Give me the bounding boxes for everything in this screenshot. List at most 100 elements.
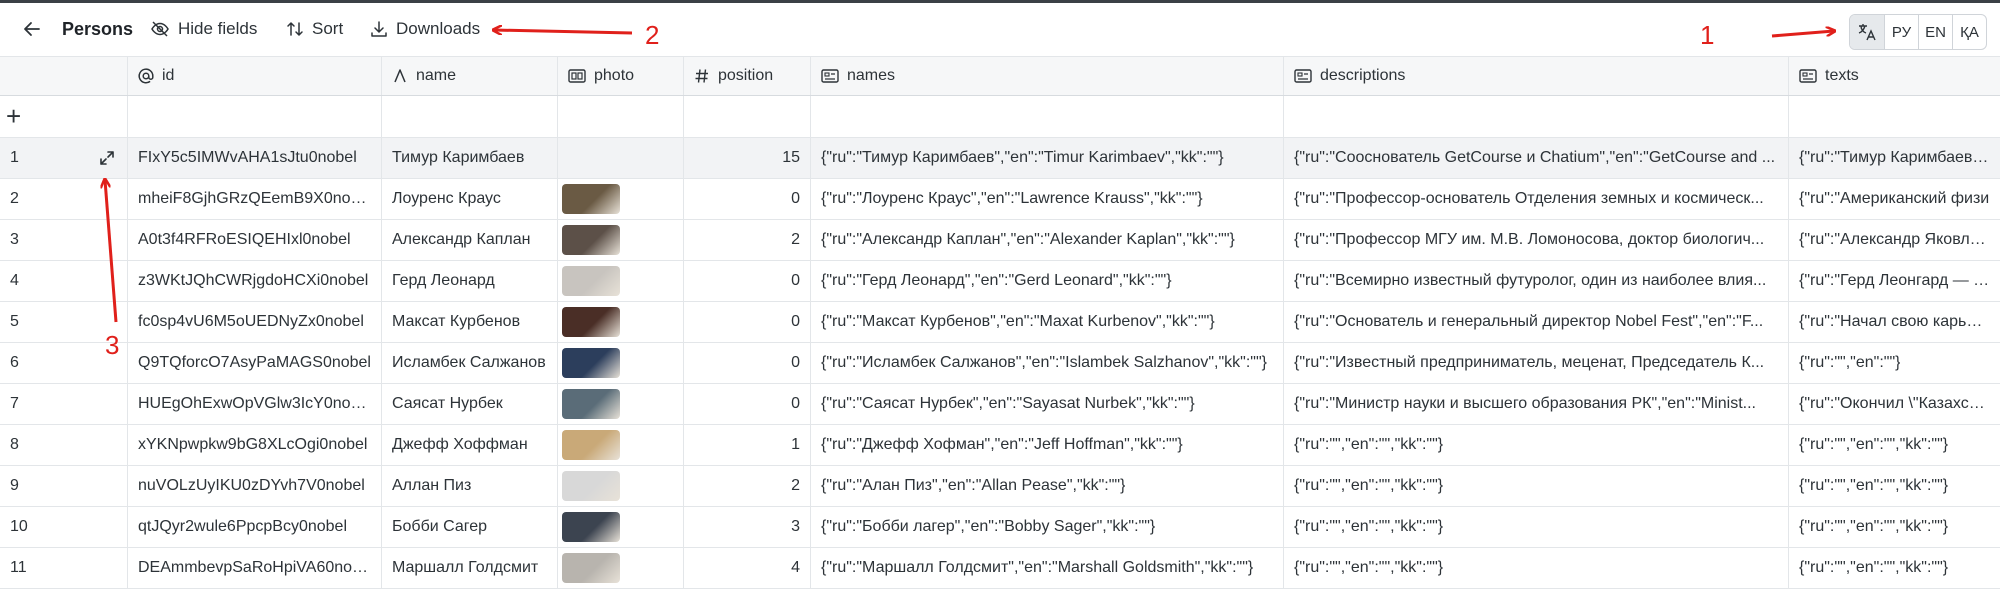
table-row[interactable]: 11 DEAmmbevpSaRoHpiVA60nobel Маршалл Голдс… bbox=[0, 548, 2000, 589]
cell-photo[interactable] bbox=[558, 384, 684, 424]
cell-descriptions[interactable]: {"ru":"Министр науки и высшего образован… bbox=[1284, 384, 1789, 424]
cell-position[interactable]: 0 bbox=[684, 179, 811, 219]
cell-names[interactable]: {"ru":"Саясат Нурбек","en":"Sayasat Nurb… bbox=[811, 384, 1284, 424]
cell-descriptions[interactable]: {"ru":"Известный предприниматель, мецена… bbox=[1284, 343, 1789, 383]
column-header-position[interactable]: position bbox=[684, 57, 811, 95]
language-en-button[interactable]: EN bbox=[1918, 15, 1952, 49]
table-row[interactable]: 3 A0t3f4RFRoESIQEHIxl0nobel Александр Капл… bbox=[0, 220, 2000, 261]
column-header-names[interactable]: names bbox=[811, 57, 1284, 95]
cell-names[interactable]: {"ru":"Исламбек Салжанов","en":"Islambek… bbox=[811, 343, 1284, 383]
cell-names[interactable]: {"ru":"Джефф Хофман","en":"Jeff Hoffman"… bbox=[811, 425, 1284, 465]
cell-photo[interactable] bbox=[558, 302, 684, 342]
photo-thumbnail[interactable] bbox=[562, 553, 620, 583]
cell-photo[interactable] bbox=[558, 548, 684, 588]
cell-descriptions[interactable]: {"ru":"Основатель и генеральный директор… bbox=[1284, 302, 1789, 342]
cell-texts[interactable]: {"ru":"Окончил \"Казахско- bbox=[1789, 384, 2000, 424]
photo-thumbnail[interactable] bbox=[562, 430, 620, 460]
back-button[interactable] bbox=[22, 3, 42, 55]
cell-texts[interactable]: {"ru":"","en":"","kk":""} bbox=[1789, 466, 2000, 506]
cell-id[interactable]: A0t3f4RFRoESIQEHIxl0nobel bbox=[128, 220, 382, 260]
photo-thumbnail[interactable] bbox=[562, 266, 620, 296]
cell-descriptions[interactable]: {"ru":"","en":"","kk":""} bbox=[1284, 425, 1789, 465]
table-row[interactable]: 10 qtJQyr2wule6PpcpBcy0nobel Бобби Сагер 3 {… bbox=[0, 507, 2000, 548]
expand-record-icon[interactable] bbox=[99, 150, 115, 171]
column-header-texts[interactable]: texts bbox=[1789, 57, 2000, 95]
cell-position[interactable]: 0 bbox=[684, 384, 811, 424]
photo-thumbnail[interactable] bbox=[562, 389, 620, 419]
photo-thumbnail[interactable] bbox=[562, 512, 620, 542]
table-row[interactable]: 1 FIxY5c5IMWvAHA1sJtu0nobel Тимур Каримбае… bbox=[0, 138, 2000, 179]
cell-names[interactable]: {"ru":"Тимур Каримбаев","en":"Timur Kari… bbox=[811, 138, 1284, 178]
cell-position[interactable]: 0 bbox=[684, 302, 811, 342]
cell-name[interactable]: Максат Курбенов bbox=[382, 302, 558, 342]
add-row-button[interactable]: + bbox=[0, 96, 128, 137]
photo-thumbnail[interactable] bbox=[562, 307, 620, 337]
cell-name[interactable]: Маршалл Голдсмит bbox=[382, 548, 558, 588]
cell-id[interactable]: qtJQyr2wule6PpcpBcy0nobel bbox=[128, 507, 382, 547]
cell-name[interactable]: Исламбек Салжанов bbox=[382, 343, 558, 383]
cell-name[interactable]: Аллан Пиз bbox=[382, 466, 558, 506]
cell-name[interactable]: Бобби Сагер bbox=[382, 507, 558, 547]
cell-descriptions[interactable]: {"ru":"Профессор МГУ им. М.В. Ломоносова… bbox=[1284, 220, 1789, 260]
cell-position[interactable]: 0 bbox=[684, 343, 811, 383]
cell-id[interactable]: nuVOLzUyIKU0zDYvh7V0nobel bbox=[128, 466, 382, 506]
cell-position[interactable]: 1 bbox=[684, 425, 811, 465]
cell-texts[interactable]: {"ru":"Тимур Каримбаев яв bbox=[1789, 138, 2000, 178]
cell-id[interactable]: xYKNpwpkw9bG8XLcOgi0nobel bbox=[128, 425, 382, 465]
column-header-descriptions[interactable]: descriptions bbox=[1284, 57, 1789, 95]
table-row[interactable]: 7 HUEgOhExwOpVGlw3IcY0nobel Саясат Нурбек 0… bbox=[0, 384, 2000, 425]
cell-position[interactable]: 0 bbox=[684, 261, 811, 301]
cell-names[interactable]: {"ru":"Максат Курбенов","en":"Maxat Kurb… bbox=[811, 302, 1284, 342]
cell-names[interactable]: {"ru":"Алан Пиз","en":"Allan Pease","kk"… bbox=[811, 466, 1284, 506]
table-row[interactable]: 5 fc0sp4vU6M5oUEDNyZx0nobel Максат Курбено… bbox=[0, 302, 2000, 343]
column-header-photo[interactable]: photo bbox=[558, 57, 684, 95]
cell-id[interactable]: fc0sp4vU6M5oUEDNyZx0nobel bbox=[128, 302, 382, 342]
cell-texts[interactable]: {"ru":"Александр Яковлеви bbox=[1789, 220, 2000, 260]
table-row[interactable]: 2 mheiF8GjhGRzQEemB9X0nobel Лоуренс Краус 0… bbox=[0, 179, 2000, 220]
cell-descriptions[interactable]: {"ru":"","en":"","kk":""} bbox=[1284, 548, 1789, 588]
table-row[interactable]: 6 Q9TQforcO7AsyPaMAGS0nobel Исламбек Салжа… bbox=[0, 343, 2000, 384]
column-header-name[interactable]: name bbox=[382, 57, 558, 95]
cell-id[interactable]: DEAmmbevpSaRoHpiVA60nobel bbox=[128, 548, 382, 588]
cell-id[interactable]: Q9TQforcO7AsyPaMAGS0nobel bbox=[128, 343, 382, 383]
table-row[interactable]: 9 nuVOLzUyIKU0zDYvh7V0nobel Аллан Пиз 2 {"ru… bbox=[0, 466, 2000, 507]
cell-names[interactable]: {"ru":"Герд Леонард","en":"Gerd Leonard"… bbox=[811, 261, 1284, 301]
cell-position[interactable]: 15 bbox=[684, 138, 811, 178]
cell-photo[interactable] bbox=[558, 220, 684, 260]
cell-name[interactable]: Тимур Каримбаев bbox=[382, 138, 558, 178]
cell-texts[interactable]: {"ru":"Начал свою карьеру bbox=[1789, 302, 2000, 342]
cell-names[interactable]: {"ru":"Лоуренс Краус","en":"Lawrence Kra… bbox=[811, 179, 1284, 219]
sort-button[interactable]: Sort bbox=[286, 3, 343, 55]
language-ru-button[interactable]: РУ bbox=[1884, 15, 1918, 49]
cell-descriptions[interactable]: {"ru":"Сооснователь GetCourse и Chatium"… bbox=[1284, 138, 1789, 178]
cell-id[interactable]: HUEgOhExwOpVGlw3IcY0nobel bbox=[128, 384, 382, 424]
cell-names[interactable]: {"ru":"Александр Каплан","en":"Alexander… bbox=[811, 220, 1284, 260]
photo-thumbnail[interactable] bbox=[562, 471, 620, 501]
cell-descriptions[interactable]: {"ru":"Профессор-основатель Отделения зе… bbox=[1284, 179, 1789, 219]
cell-name[interactable]: Герд Леонард bbox=[382, 261, 558, 301]
cell-names[interactable]: {"ru":"Бобби лагер","en":"Bobby Sager","… bbox=[811, 507, 1284, 547]
translate-language-button[interactable] bbox=[1850, 15, 1884, 49]
cell-names[interactable]: {"ru":"Маршалл Голдсмит","en":"Marshall … bbox=[811, 548, 1284, 588]
cell-name[interactable]: Джефф Хоффман bbox=[382, 425, 558, 465]
cell-texts[interactable]: {"ru":"","en":""} bbox=[1789, 343, 2000, 383]
language-kk-button[interactable]: ҚА bbox=[1952, 15, 1986, 49]
cell-texts[interactable]: {"ru":"Герд Леонгард — ши bbox=[1789, 261, 2000, 301]
table-row[interactable]: 8 xYKNpwpkw9bG8XLcOgi0nobel Джефф Хоффман 1… bbox=[0, 425, 2000, 466]
cell-position[interactable]: 2 bbox=[684, 220, 811, 260]
cell-position[interactable]: 3 bbox=[684, 507, 811, 547]
cell-descriptions[interactable]: {"ru":"Всемирно известный футуролог, оди… bbox=[1284, 261, 1789, 301]
photo-thumbnail[interactable] bbox=[562, 225, 620, 255]
cell-photo[interactable] bbox=[558, 138, 684, 178]
cell-photo[interactable] bbox=[558, 425, 684, 465]
cell-texts[interactable]: {"ru":"","en":"","kk":""} bbox=[1789, 507, 2000, 547]
table-row[interactable]: 4 z3WKtJQhCWRjgdoHCXi0nobel Герд Леонард 0 {… bbox=[0, 261, 2000, 302]
cell-descriptions[interactable]: {"ru":"","en":"","kk":""} bbox=[1284, 507, 1789, 547]
downloads-button[interactable]: Downloads bbox=[370, 3, 480, 55]
cell-position[interactable]: 4 bbox=[684, 548, 811, 588]
cell-photo[interactable] bbox=[558, 179, 684, 219]
cell-texts[interactable]: {"ru":"","en":"","kk":""} bbox=[1789, 548, 2000, 588]
hide-fields-button[interactable]: Hide fields bbox=[150, 3, 257, 55]
cell-id[interactable]: mheiF8GjhGRzQEemB9X0nobel bbox=[128, 179, 382, 219]
cell-id[interactable]: FIxY5c5IMWvAHA1sJtu0nobel bbox=[128, 138, 382, 178]
